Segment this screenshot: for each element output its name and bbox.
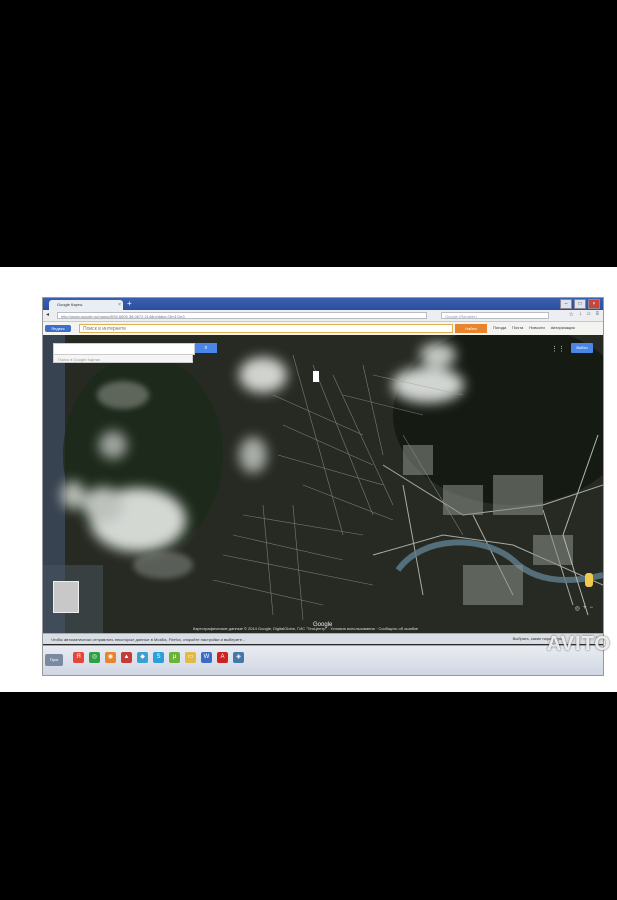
yandex-links: Погода Почта Новости Авторизация xyxy=(493,325,575,330)
navigation-bar: ◂ http://www.google.ru/maps/@55.6805,38.… xyxy=(43,310,603,322)
yandex-link-login[interactable]: Авторизация xyxy=(551,325,575,330)
yandex-link-news[interactable]: Новости xyxy=(529,325,544,330)
tab-google-maps[interactable]: Google Карты × xyxy=(49,300,123,310)
earth-view-thumbnail[interactable] xyxy=(53,581,79,613)
map-attribution: Картографические данные © 2014 Google, D… xyxy=(193,626,419,631)
map-search-suggestion[interactable]: Поиск в Google Картах xyxy=(53,354,193,363)
windows-taskbar: Пуск Я ◎ ◉ ▲ ◆ Sµ ▭ W A ◈ xyxy=(43,645,603,675)
skype-icon[interactable]: S xyxy=(153,652,164,663)
browser-search-input[interactable]: Google (Rambler) xyxy=(441,312,549,319)
word-icon[interactable]: W xyxy=(201,652,212,663)
maximize-button[interactable]: □ xyxy=(574,299,586,309)
folder-icon[interactable]: ▭ xyxy=(185,652,196,663)
download-icon[interactable]: ↓ xyxy=(579,311,582,318)
map-search-button[interactable]: ⌕ xyxy=(195,343,217,353)
start-button[interactable]: Пуск xyxy=(45,654,63,666)
firefox-icon[interactable]: ◉ xyxy=(105,652,116,663)
menu-icon[interactable]: ≡ xyxy=(595,311,599,318)
tab-title: Google Карты xyxy=(57,302,83,307)
browser-titlebar: Google Карты × + – □ × xyxy=(43,298,603,310)
photo-icon[interactable]: ◈ xyxy=(233,652,244,663)
minimize-button[interactable]: – xyxy=(560,299,572,309)
notification-bar: Чтобы автоматически отправлять некоторые… xyxy=(43,633,603,644)
home-icon[interactable]: ⌂ xyxy=(587,311,591,318)
media-icon[interactable]: ◆ xyxy=(137,652,148,663)
star-icon[interactable]: ☆ xyxy=(568,311,573,318)
acrobat-icon[interactable]: A xyxy=(217,652,228,663)
yandex-link-weather[interactable]: Погода xyxy=(493,325,506,330)
pegman-icon[interactable] xyxy=(585,573,593,587)
yandex-icon[interactable]: Я xyxy=(73,652,84,663)
zoom-in-icon[interactable]: + xyxy=(583,605,587,612)
avito-watermark: AVITO xyxy=(546,633,611,655)
yandex-find-button[interactable]: Найти xyxy=(455,324,487,333)
yandex-link-mail[interactable]: Почта xyxy=(512,325,523,330)
map-controls: ◎ + − xyxy=(575,605,593,612)
utorrent-icon[interactable]: µ xyxy=(169,652,180,663)
yandex-logo[interactable]: Яндекс xyxy=(45,325,71,332)
taskbar-apps: Я ◎ ◉ ▲ ◆ Sµ ▭ W A ◈ xyxy=(73,652,244,663)
address-bar[interactable]: http://www.google.ru/maps/@55.6805,38.06… xyxy=(57,312,427,319)
satellite-imagery xyxy=(43,335,603,633)
zoom-out-icon[interactable]: − xyxy=(589,605,593,612)
signin-button[interactable]: Войти xyxy=(571,343,593,353)
tab-close-icon[interactable]: × xyxy=(118,300,121,310)
photographed-monitor: Google Карты × + – □ × ◂ http://www.goog… xyxy=(0,267,617,692)
close-button[interactable]: × xyxy=(588,299,600,309)
satellite-map[interactable]: ⌕ Поиск в Google Картах ⋮⋮ Войти ◎ + − G… xyxy=(43,335,603,633)
shield-icon[interactable]: ▲ xyxy=(121,652,132,663)
back-icon[interactable]: ◂ xyxy=(46,311,49,318)
compass-icon[interactable]: ◎ xyxy=(575,605,580,612)
toolbar-icons: ☆ ↓ ⌂ ≡ xyxy=(568,311,599,318)
yandex-search-input[interactable]: Поиск в интернете xyxy=(79,324,453,333)
browser-window: Google Карты × + – □ × ◂ http://www.goog… xyxy=(42,297,604,676)
chrome-icon[interactable]: ◎ xyxy=(89,652,100,663)
yandex-toolbar: Яндекс Поиск в интернете Найти Погода По… xyxy=(43,322,603,336)
window-controls: – □ × xyxy=(560,299,600,309)
apps-grid-icon[interactable]: ⋮⋮ xyxy=(551,345,565,353)
notification-text: Чтобы автоматически отправлять некоторые… xyxy=(51,637,246,642)
map-marker[interactable] xyxy=(313,371,319,382)
new-tab-button[interactable]: + xyxy=(127,299,132,308)
